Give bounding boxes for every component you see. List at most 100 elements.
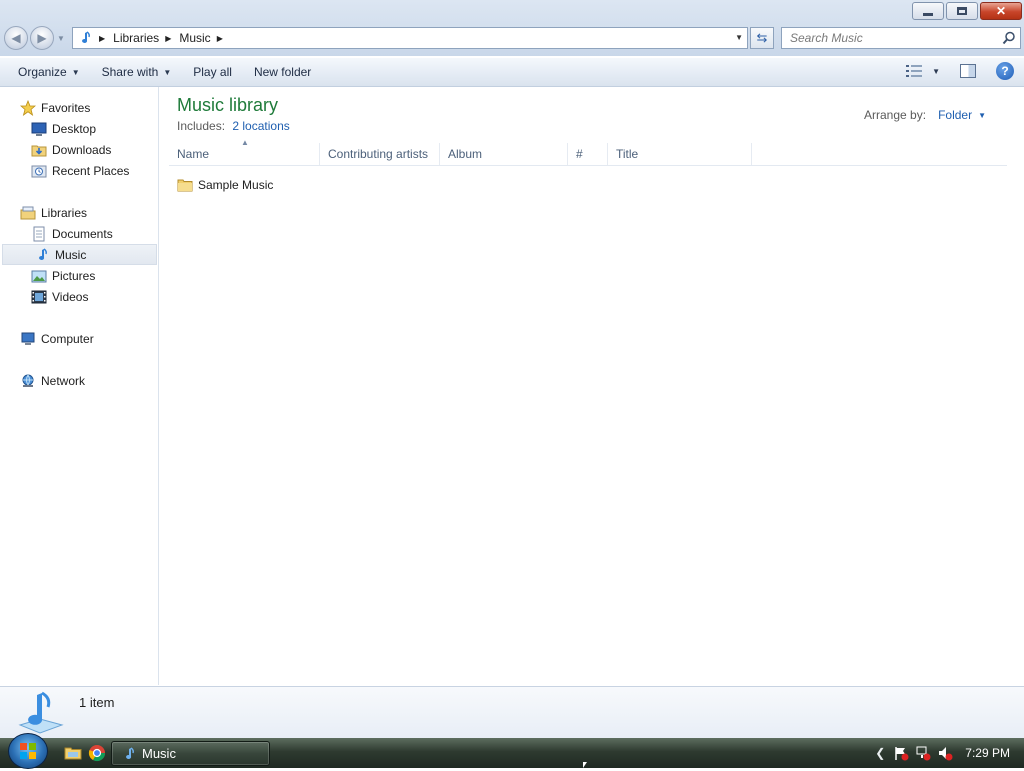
music-note-icon [126, 746, 134, 759]
computer-icon [21, 332, 35, 345]
column-contributing-artists[interactable]: Contributing artists [320, 143, 440, 165]
nav-downloads-label: Downloads [52, 142, 112, 157]
nav-favorites[interactable]: Favorites [0, 97, 157, 118]
navigation-buttons: ◀ ▶ ▼ [4, 26, 65, 50]
share-with-button[interactable]: Share with ▼ [102, 65, 172, 79]
organize-label: Organize [18, 65, 67, 79]
taskbar-window-label: Music [142, 746, 176, 761]
nav-desktop[interactable]: Desktop [0, 118, 157, 139]
breadcrumb-arrow-icon[interactable]: ▶ [99, 34, 105, 43]
nav-downloads[interactable]: Downloads [0, 139, 157, 160]
new-folder-label: New folder [253, 65, 312, 79]
includes-label: Includes: [177, 119, 226, 133]
nav-music[interactable]: Music [2, 244, 157, 265]
videos-icon [31, 290, 47, 303]
mouse-cursor-icon [583, 762, 587, 768]
address-bar[interactable]: ▶ Libraries ▶ Music ▶ ▼ [72, 27, 748, 49]
nav-music-label: Music [55, 247, 87, 262]
breadcrumb-music[interactable]: Music [179, 31, 210, 45]
list-item[interactable]: Sample Music [177, 175, 273, 195]
breadcrumb-arrow-icon[interactable]: ▶ [217, 34, 223, 43]
locations-link[interactable]: 2 locations [232, 119, 289, 133]
column-headers: ▲ Name Contributing artists Album # Titl… [169, 138, 1007, 166]
search-icon[interactable] [1002, 31, 1016, 45]
recent-pages-dropdown[interactable]: ▼ [57, 34, 65, 43]
pictures-icon [31, 270, 47, 282]
caption-buttons: ✕ [910, 2, 1022, 22]
breadcrumb-libraries[interactable]: Libraries [113, 31, 159, 45]
breadcrumb-arrow-icon[interactable]: ▶ [165, 34, 171, 43]
forward-button[interactable]: ▶ [30, 26, 54, 50]
nav-videos[interactable]: Videos [0, 286, 157, 307]
file-name: Sample Music [198, 178, 274, 192]
chevron-down-icon: ▼ [71, 67, 80, 77]
nav-libraries[interactable]: Libraries [0, 202, 157, 223]
column-album[interactable]: Album [440, 143, 568, 165]
back-button[interactable]: ◀ [4, 26, 28, 50]
nav-pictures-label: Pictures [52, 268, 96, 283]
chevron-down-icon[interactable]: ▼ [978, 111, 986, 120]
column-name[interactable]: Name [169, 143, 320, 165]
explorer-icon[interactable] [64, 744, 82, 762]
action-center-flag-icon[interactable] [893, 745, 909, 761]
nav-libraries-label: Libraries [41, 205, 88, 220]
chrome-icon[interactable] [88, 744, 106, 762]
new-folder-button[interactable]: New folder [254, 65, 311, 79]
details-view-icon [906, 65, 923, 77]
music-note-icon [39, 247, 47, 260]
arrange-by-dropdown[interactable]: Folder [938, 108, 972, 122]
restore-icon [957, 7, 967, 15]
play-all-button[interactable]: Play all [193, 65, 232, 79]
organize-button[interactable]: Organize ▼ [18, 65, 80, 79]
forward-arrow-icon: ▶ [37, 31, 47, 45]
minimize-button[interactable] [912, 2, 944, 20]
change-view-button[interactable]: ▼ [906, 65, 940, 77]
nav-network[interactable]: Network [0, 370, 157, 391]
column-title[interactable]: Title [608, 143, 752, 165]
volume-muted-icon[interactable] [937, 745, 953, 761]
nav-documents[interactable]: Documents [0, 223, 157, 244]
music-library-icon [18, 691, 64, 734]
nav-computer[interactable]: Computer [0, 328, 157, 349]
nav-network-label: Network [41, 373, 86, 388]
help-icon[interactable]: ? [996, 62, 1014, 80]
search-input[interactable] [788, 30, 1002, 46]
nav-favorites-label: Favorites [41, 100, 91, 115]
library-title: Music library [177, 95, 279, 115]
network-icon [22, 374, 34, 387]
libraries-icon [20, 206, 36, 219]
file-list-pane: Music library Includes: 2 locations Arra… [159, 87, 1024, 685]
command-bar: Organize ▼ Share with ▼ Play all New fol… [0, 58, 1024, 87]
navigation-pane: Favorites Desktop Downloads Recent Place… [0, 87, 159, 685]
play-all-label: Play all [193, 65, 232, 79]
arrange-by: Arrange by: Folder ▼ [864, 108, 986, 122]
documents-icon [33, 226, 45, 241]
search-box[interactable] [781, 27, 1021, 49]
includes-line: Includes: 2 locations [177, 119, 290, 133]
nav-recent-places[interactable]: Recent Places [0, 160, 157, 181]
clock[interactable]: 7:29 PM [965, 746, 1010, 760]
recent-places-icon [31, 165, 47, 177]
system-tray: ❮ 7:29 PM [875, 738, 1024, 768]
preview-pane-button[interactable] [960, 64, 976, 78]
item-count: 1 item [79, 695, 115, 710]
nav-documents-label: Documents [52, 226, 113, 241]
nav-recent-places-label: Recent Places [52, 163, 130, 178]
refresh-button[interactable]: ⇆ [750, 27, 774, 49]
column-track-number[interactable]: # [568, 143, 608, 165]
taskbar-window-music[interactable]: Music [111, 741, 270, 766]
desktop-icon [31, 122, 47, 136]
close-button[interactable]: ✕ [980, 2, 1022, 20]
nav-pictures[interactable]: Pictures [0, 265, 157, 286]
close-icon: ✕ [995, 4, 1007, 18]
address-dropdown-icon[interactable]: ▼ [735, 33, 743, 42]
windows-logo-icon [20, 743, 36, 759]
nav-computer-label: Computer [41, 331, 94, 346]
start-button[interactable] [8, 733, 48, 769]
restore-button[interactable] [946, 2, 978, 20]
music-note-icon [82, 31, 90, 43]
share-with-label: Share with [101, 65, 159, 79]
chevron-down-icon: ▼ [163, 67, 172, 77]
network-status-icon[interactable] [915, 745, 931, 761]
show-hidden-icons-icon[interactable]: ❮ [875, 746, 885, 760]
